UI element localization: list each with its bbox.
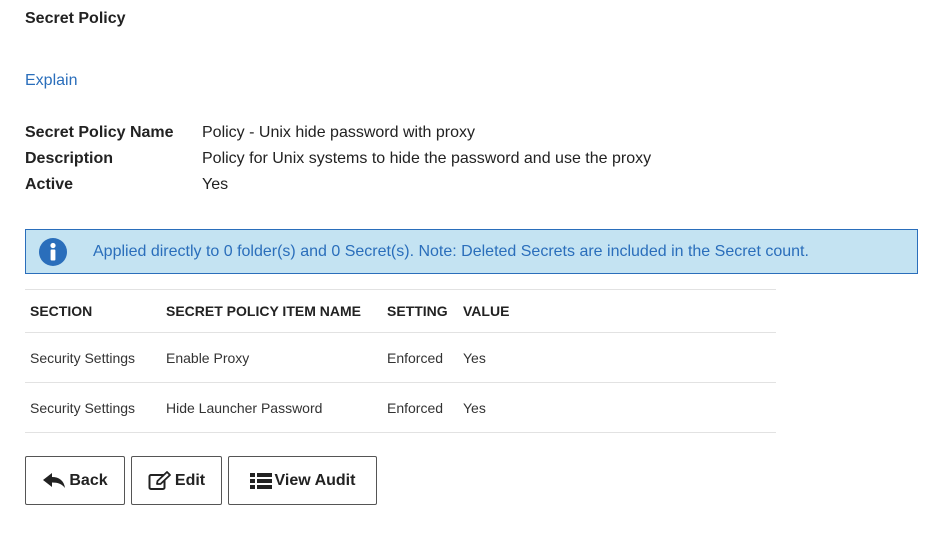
back-button[interactable]: Back <box>25 456 125 505</box>
detail-row-description: Description Policy for Unix systems to h… <box>25 146 651 172</box>
edit-icon <box>148 470 172 491</box>
detail-label: Secret Policy Name <box>25 124 174 141</box>
cell-value: Yes <box>458 332 776 383</box>
cell-section: Security Settings <box>25 382 161 433</box>
detail-row-name: Secret Policy Name Policy - Unix hide pa… <box>25 120 651 146</box>
detail-value: Policy - Unix hide password with proxy <box>202 124 475 141</box>
cell-setting: Enforced <box>382 382 458 433</box>
info-alert: Applied directly to 0 folder(s) and 0 Se… <box>25 229 918 274</box>
table-row: Security Settings Enable Proxy Enforced … <box>25 332 776 383</box>
edit-button[interactable]: Edit <box>131 456 222 505</box>
column-header-setting[interactable]: SETTING <box>382 289 458 333</box>
explain-link[interactable]: Explain <box>25 72 77 90</box>
detail-value: Yes <box>202 176 229 193</box>
view-audit-button[interactable]: View Audit <box>228 456 377 505</box>
table-header-row: SECTION SECRET POLICY ITEM NAME SETTING … <box>25 289 776 333</box>
policy-items-table: SECTION SECRET POLICY ITEM NAME SETTING … <box>25 289 776 433</box>
cell-item-name: Hide Launcher Password <box>161 382 382 433</box>
reply-arrow-icon <box>42 472 66 490</box>
cell-item-name: Enable Proxy <box>161 332 382 383</box>
page-title: Secret Policy <box>25 10 126 27</box>
policy-details: Secret Policy Name Policy - Unix hide pa… <box>25 120 651 198</box>
back-button-label: Back <box>69 471 108 489</box>
column-header-value[interactable]: VALUE <box>458 289 776 333</box>
cell-setting: Enforced <box>382 332 458 383</box>
detail-label: Active <box>25 176 74 193</box>
table-row: Security Settings Hide Launcher Password… <box>25 382 776 433</box>
detail-row-active: Active Yes <box>25 172 651 198</box>
info-message: Applied directly to 0 folder(s) and 0 Se… <box>93 242 809 260</box>
column-header-item-name[interactable]: SECRET POLICY ITEM NAME <box>161 289 382 333</box>
action-buttons: Back Edit View Audit <box>25 456 377 505</box>
detail-value: Policy for Unix systems to hide the pass… <box>202 150 652 167</box>
cell-section: Security Settings <box>25 332 161 383</box>
detail-label: Description <box>25 150 114 167</box>
view-audit-button-label: View Audit <box>274 471 356 489</box>
info-icon <box>39 237 67 266</box>
edit-button-label: Edit <box>174 471 206 489</box>
column-header-section[interactable]: SECTION <box>25 289 161 333</box>
cell-value: Yes <box>458 382 776 433</box>
list-icon <box>249 472 272 490</box>
